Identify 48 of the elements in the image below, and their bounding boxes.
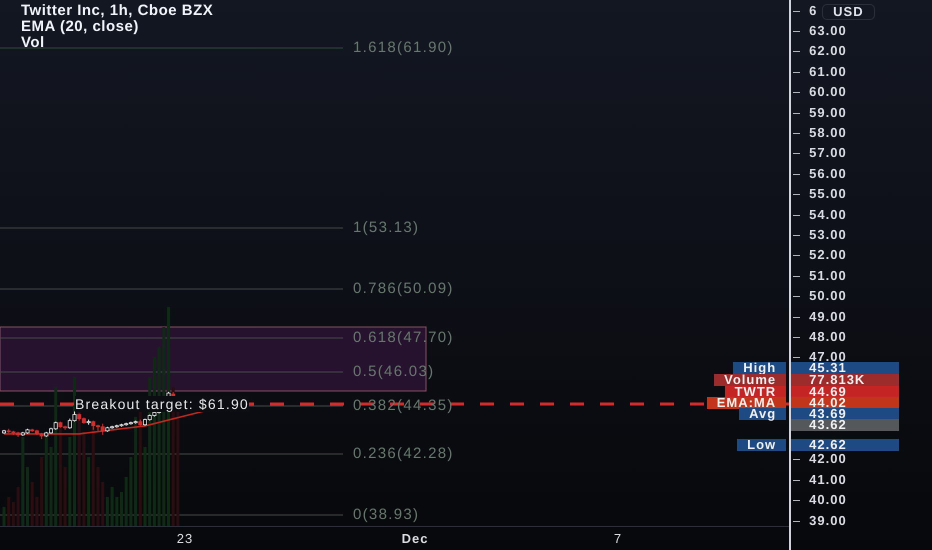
price-axis-label: 63.00: [809, 24, 847, 38]
price-axis-label: 53.00: [809, 228, 847, 242]
legend-text: Twitter Inc, 1h, Cboe BZX: [21, 3, 214, 19]
price-axis-label: 54.00: [809, 208, 847, 222]
price-axis-label: 50.00: [809, 289, 847, 304]
price-axis-label: 52.00: [809, 248, 847, 262]
time-axis-label: 7: [614, 531, 622, 546]
legend-text: EMA (20, close): [21, 19, 139, 35]
price-tag-label: High: [733, 362, 786, 374]
fib-level-label: 0.236(42.28): [353, 445, 454, 463]
fib-level-label: 0.786(50.09): [353, 280, 454, 298]
time-axis-label: Dec: [402, 531, 428, 546]
fib-level-label: 1(53.13): [353, 219, 420, 237]
price-axis-label: 6: [809, 4, 818, 18]
price-axis-label: 40.00: [809, 493, 847, 508]
price-tag-label: EMA:MA: [706, 397, 786, 409]
price-axis-label: 48.00: [809, 330, 847, 344]
fib-level-label: 1.618(61.90): [353, 39, 454, 57]
legend-text: Vol: [21, 35, 45, 51]
price-tag-label: TWTR: [724, 386, 786, 398]
price-tag-value: 77.813K: [791, 374, 900, 386]
price-tag-value: 42.62: [791, 439, 900, 451]
price-tag-value: 44.69: [791, 386, 900, 398]
price-axis-label: 58.00: [809, 126, 847, 140]
price-tag-label: Volume: [714, 374, 786, 386]
breakout-label: Breakout target: $61.90: [75, 396, 249, 412]
price-axis-label: 59.00: [809, 106, 847, 120]
price-axis-label: 55.00: [809, 187, 847, 202]
time-axis-label: 23: [176, 531, 194, 546]
fib-level-label: 0(38.93): [353, 506, 420, 524]
price-tag-label: Avg: [739, 408, 786, 420]
price-tag-label: Low: [737, 439, 786, 451]
price-axis-label: 62.00: [809, 44, 847, 58]
price-axis-label: 42.00: [809, 452, 847, 466]
price-axis-label: 39.00: [809, 514, 847, 528]
price-axis-label: 56.00: [809, 166, 847, 181]
price-axis-label: 61.00: [809, 64, 847, 79]
fib-level-label: 0.382(44.35): [353, 397, 454, 415]
price-tag-value: 45.31: [791, 362, 900, 374]
price-axis-label: 60.00: [809, 85, 847, 100]
price-tag-value: 43.62: [791, 419, 900, 431]
currency-button[interactable]: USD: [822, 4, 875, 20]
price-axis-label: 51.00: [809, 268, 847, 283]
price-axis-label: 41.00: [809, 472, 847, 487]
price-axis-label: 57.00: [809, 146, 847, 160]
price-tag-value: 43.69: [791, 408, 900, 420]
price-tag-value: 44.02: [791, 397, 900, 409]
price-axis-label: 49.00: [809, 310, 847, 324]
